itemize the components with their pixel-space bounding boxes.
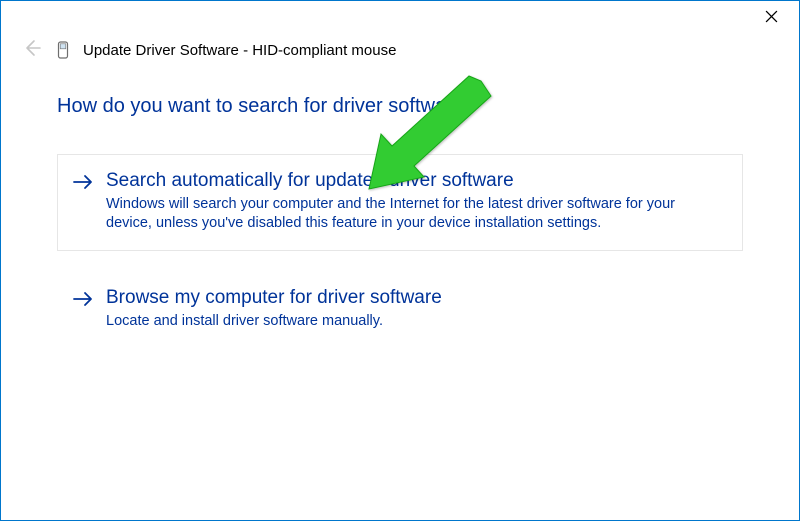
back-button[interactable] <box>21 39 43 61</box>
dialog-title: Update Driver Software - HID-compliant m… <box>83 42 396 59</box>
titlebar <box>1 1 799 35</box>
arrow-right-icon <box>72 173 94 234</box>
option-body: Browse my computer for driver software L… <box>106 286 724 331</box>
arrow-right-icon <box>72 290 94 331</box>
dialog-content: How do you want to search for driver sof… <box>1 67 799 388</box>
device-icon <box>55 40 71 60</box>
option-browse-computer[interactable]: Browse my computer for driver software L… <box>57 271 743 348</box>
option-title: Search automatically for updated driver … <box>106 169 724 193</box>
option-search-automatically[interactable]: Search automatically for updated driver … <box>57 154 743 251</box>
close-button[interactable] <box>749 4 793 32</box>
option-description: Windows will search your computer and th… <box>106 195 724 234</box>
option-title: Browse my computer for driver software <box>106 286 724 310</box>
dialog-window: Update Driver Software - HID-compliant m… <box>0 0 800 521</box>
back-arrow-icon <box>22 38 42 63</box>
dialog-header: Update Driver Software - HID-compliant m… <box>1 35 799 67</box>
option-description: Locate and install driver software manua… <box>106 312 724 332</box>
close-icon <box>765 10 778 27</box>
question-heading: How do you want to search for driver sof… <box>57 95 743 118</box>
option-body: Search automatically for updated driver … <box>106 169 724 234</box>
